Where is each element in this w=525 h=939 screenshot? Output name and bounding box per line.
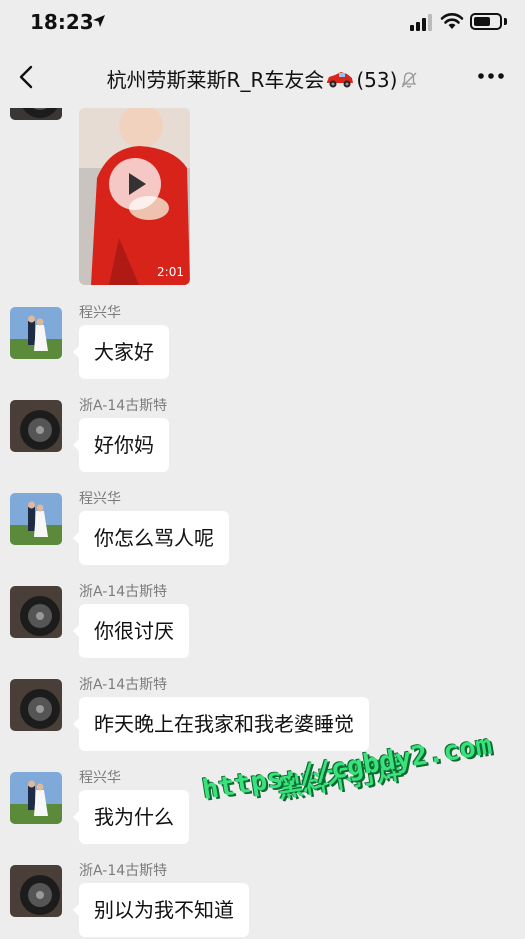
message-bubble[interactable]: 你很讨厌 (73, 604, 189, 658)
avatar[interactable] (10, 772, 62, 824)
message-bubble[interactable]: 好你妈 (73, 418, 169, 472)
man-with-bride-avatar-image (10, 307, 62, 359)
avatar[interactable] (10, 108, 62, 120)
car-wheel-avatar-image (10, 679, 62, 731)
sender-name: 程兴华 (79, 305, 121, 321)
signal-icon (410, 14, 432, 31)
location-arrow-icon (93, 15, 105, 27)
sender-name: 浙A-14古斯特 (79, 398, 168, 414)
message-bubble[interactable]: 大家好 (73, 325, 169, 379)
avatar[interactable] (10, 586, 62, 638)
man-with-bride-avatar-image (10, 493, 62, 545)
mute-bell-icon (401, 72, 417, 88)
battery-icon (470, 13, 502, 30)
sender-name: 浙A-14古斯特 (79, 584, 168, 600)
member-count: (53) (356, 68, 398, 92)
message-bubble[interactable]: 别以为我不知道 (73, 883, 249, 937)
message-bubble[interactable]: 我为什么 (73, 790, 189, 844)
avatar[interactable] (10, 493, 62, 545)
play-button-icon[interactable] (109, 158, 161, 210)
sender-name: 浙A-14古斯特 (79, 677, 168, 693)
red-car-emoji-icon (327, 72, 354, 88)
sender-name: 程兴华 (79, 770, 121, 786)
message-bubble[interactable]: 昨天晚上在我家和我老婆睡觉 (73, 697, 369, 751)
group-name: 杭州劳斯莱斯R_R车友会 (106, 68, 325, 92)
chat-message-list[interactable]: 2:01 程兴华 大家好 浙A-14古斯特 好你妈 程兴华 你怎么骂人呢 浙A-… (0, 108, 525, 939)
status-bar: 18:23 (0, 0, 525, 46)
car-wheel-avatar-image (10, 400, 62, 452)
avatar[interactable] (10, 679, 62, 731)
more-options-icon[interactable] (476, 68, 506, 84)
chat-title: 杭州劳斯莱斯R_R车友会 (53) (60, 64, 465, 93)
avatar[interactable] (10, 307, 62, 359)
video-message[interactable]: 2:01 (79, 108, 190, 285)
avatar[interactable] (10, 865, 62, 917)
chat-header: 杭州劳斯莱斯R_R车友会 (53) (0, 46, 525, 108)
car-wheel-avatar-image (10, 108, 62, 120)
avatar[interactable] (10, 400, 62, 452)
wifi-icon (440, 13, 464, 29)
car-wheel-avatar-image (10, 586, 62, 638)
video-duration: 2:01 (157, 265, 184, 279)
sender-name: 程兴华 (79, 491, 121, 507)
back-chevron-icon[interactable] (12, 62, 42, 92)
man-with-bride-avatar-image (10, 772, 62, 824)
sender-name: 浙A-14古斯特 (79, 863, 168, 879)
status-time: 18:23 (30, 10, 94, 34)
battery-tip (504, 18, 507, 25)
car-wheel-avatar-image (10, 865, 62, 917)
message-bubble[interactable]: 你怎么骂人呢 (73, 511, 229, 565)
